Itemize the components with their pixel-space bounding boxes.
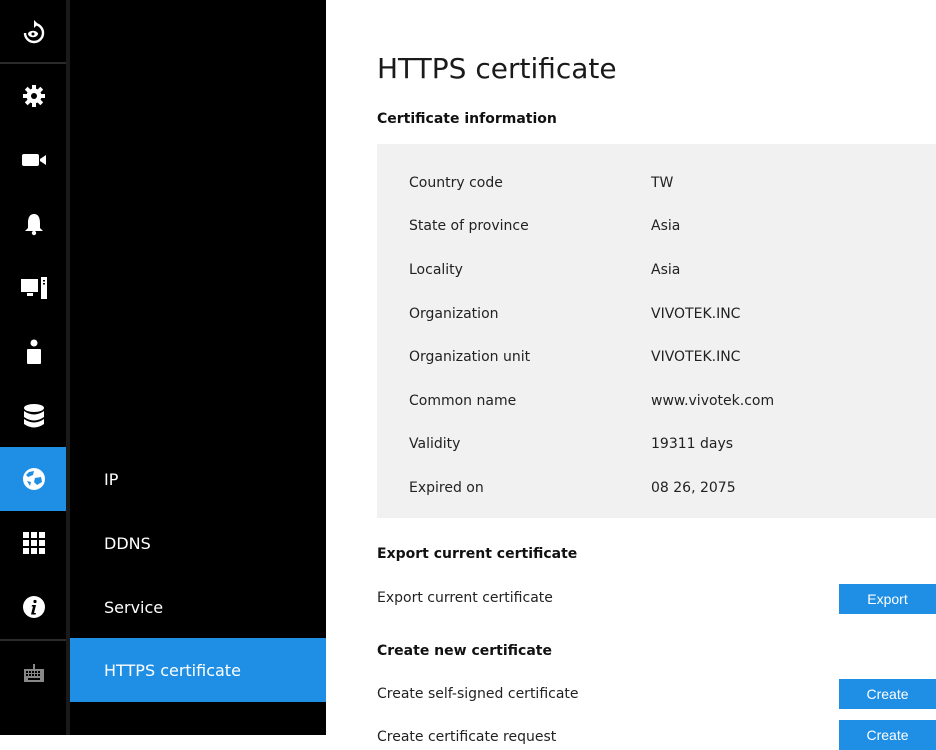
rail-item-keyboard[interactable] [0,641,68,705]
info-value: Asia [651,262,681,278]
create-section-heading: Create new certificate [377,643,552,659]
info-row-validity: Validity 19311 days [377,436,936,456]
rail-item-settings[interactable] [0,64,68,128]
bell-icon [25,214,43,236]
info-value: www.vivotek.com [651,393,775,409]
certificate-request-label: Create certificate request [377,729,557,745]
info-key: Organization unit [409,349,531,365]
info-row-locality: Locality Asia [377,262,936,282]
info-key: Country code [409,175,503,191]
live-view-icon [23,20,45,44]
submenu-item-service[interactable]: Service [70,575,326,639]
network-submenu: IP DDNS Service HTTPS certificate [70,0,326,735]
rail-item-live-view[interactable] [0,0,68,64]
info-value: 08 26, 2075 [651,480,736,496]
create-request-button[interactable]: Create [839,720,936,750]
gear-icon [23,85,45,107]
storage-icon [24,404,44,428]
self-signed-label: Create self-signed certificate [377,686,579,702]
info-value: Asia [651,218,681,234]
info-value: 19311 days [651,436,734,452]
camera-icon [22,154,46,166]
rail-item-system[interactable] [0,256,68,320]
submenu-item-ddns[interactable]: DDNS [70,511,326,575]
network-globe-icon [23,468,45,490]
info-key: State of province [409,218,529,234]
info-row-expired-on: Expired on 08 26, 2075 [377,480,936,500]
keyboard-icon [24,664,44,682]
rail-item-information[interactable] [0,575,68,639]
info-key: Expired on [409,480,484,496]
info-row-organization: Organization VIVOTEK.INC [377,306,936,326]
icon-rail [0,0,68,735]
info-key: Organization [409,306,499,322]
rail-item-security[interactable] [0,320,68,384]
rail-item-storage[interactable] [0,384,68,448]
submenu-item-ip[interactable]: IP [70,447,326,511]
submenu-item-label: Service [104,597,164,617]
system-icon [21,277,47,299]
submenu-item-label: DDNS [104,533,151,553]
submenu-item-label: IP [104,469,119,489]
rail-item-events[interactable] [0,192,68,256]
page-title: HTTPS certificate [377,52,617,85]
rail-item-applications[interactable] [0,511,68,575]
main-content: HTTPS certificate Certificate informatio… [326,0,936,750]
info-key: Locality [409,262,463,278]
info-row-organization-unit: Organization unit VIVOTEK.INC [377,349,936,369]
info-key: Common name [409,393,517,409]
certificate-info-heading: Certificate information [377,111,557,127]
submenu-item-label: HTTPS certificate [104,660,241,680]
rail-item-network[interactable] [0,447,68,511]
info-row-common-name: Common name www.vivotek.com [377,393,936,413]
export-label: Export current certificate [377,590,553,606]
info-icon [23,596,45,618]
submenu-item-https-certificate[interactable]: HTTPS certificate [70,638,326,702]
export-button[interactable]: Export [839,584,936,614]
info-row-country-code: Country code TW [377,175,936,195]
user-icon [27,339,41,364]
create-self-signed-button[interactable]: Create [839,679,936,709]
rail-item-camera[interactable] [0,128,68,192]
export-section-heading: Export current certificate [377,546,578,562]
grid-icon [23,532,45,554]
info-value: VIVOTEK.INC [651,349,741,365]
certificate-info-panel: Country code TW State of province Asia L… [377,144,936,518]
info-value: TW [651,175,674,191]
info-value: VIVOTEK.INC [651,306,741,322]
info-key: Validity [409,436,461,452]
info-row-state: State of province Asia [377,218,936,238]
